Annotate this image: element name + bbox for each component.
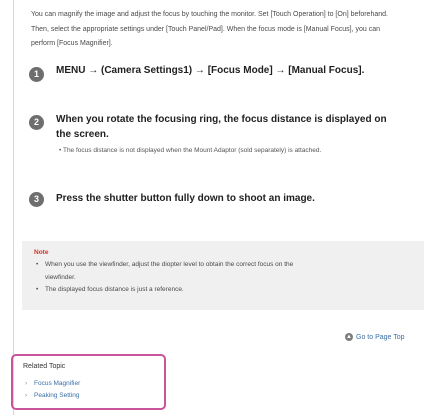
related-topic-box: Related Topic Focus Magnifier Peaking Se… [11,354,166,410]
step-1-number-icon: 1 [29,67,44,82]
step-3-text: Press the shutter button fully down to s… [56,193,315,204]
step-2-text: When you rotate the focusing ring, the f… [56,114,387,140]
related-link-focus-magnifier[interactable]: Focus Magnifier [25,378,80,390]
note-list: When you use the viewfinder, adjust the … [36,259,416,297]
note-item: The displayed focus distance is just a r… [36,284,416,297]
step-2-note-text: The focus distance is not displayed when… [62,147,322,154]
intro-paragraph: You can magnify the image and adjust the… [31,11,388,47]
step-2-number-icon: 2 [29,115,44,130]
up-arrow-icon: ▲ [345,333,353,341]
note-title: Note [34,249,49,256]
note-item-continuation: viewfinder. [45,273,76,281]
step-2-note: • The focus distance is not displayed wh… [59,147,322,154]
step-1-text: MENU → (Camera Settings1) → [Focus Mode]… [56,65,365,76]
note-item: When you use the viewfinder, adjust the … [36,259,416,272]
go-to-page-top-label: Go to Page Top [356,333,405,341]
related-links: Focus Magnifier Peaking Setting [25,378,80,402]
step-3-number-icon: 3 [29,192,44,207]
note-box: Note When you use the viewfinder, adjust… [22,241,424,310]
related-topic-title: Related Topic [23,363,66,370]
content-divider [13,0,14,415]
related-link-peaking-setting[interactable]: Peaking Setting [25,390,80,402]
go-to-page-top-link[interactable]: ▲ Go to Page Top [345,333,405,341]
